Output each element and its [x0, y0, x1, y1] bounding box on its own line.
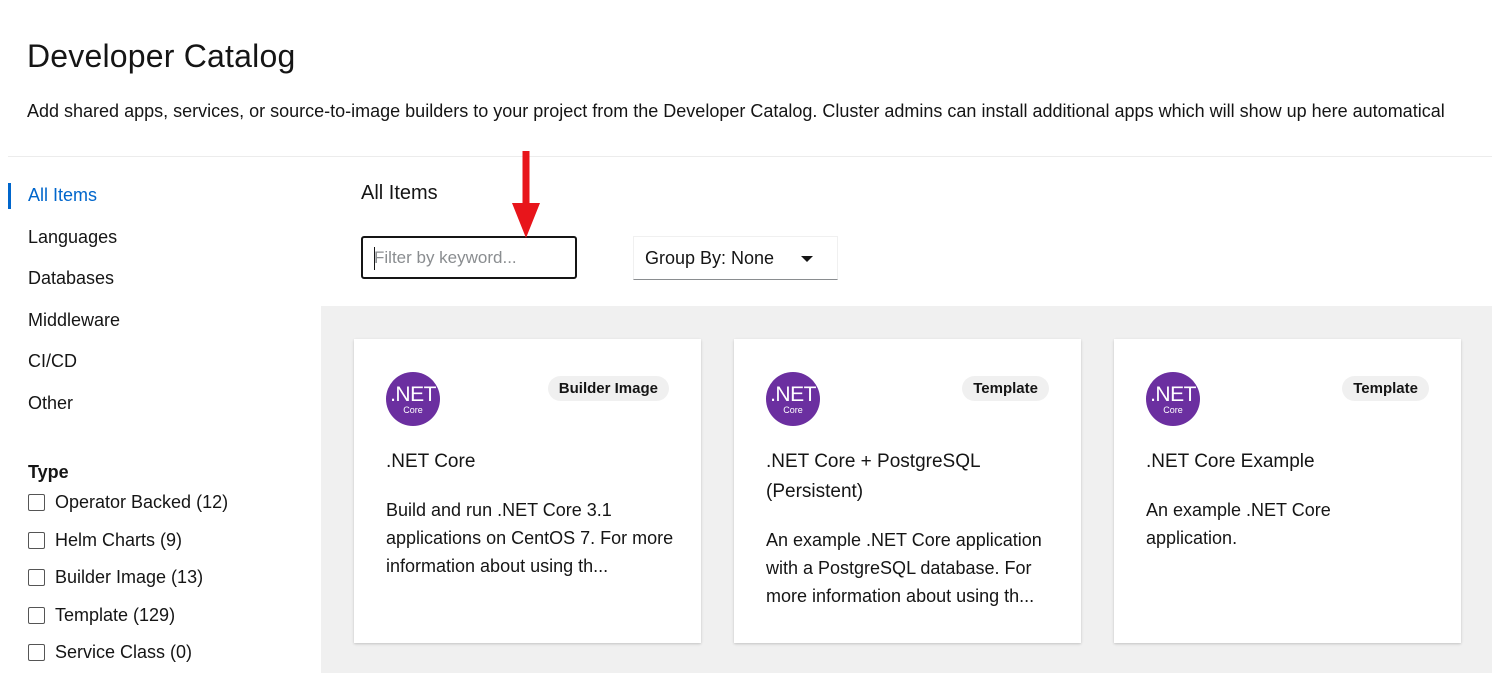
- catalog-tile-dotnet-core-example[interactable]: .NET Core Template .NET Core Example An …: [1114, 339, 1461, 643]
- category-sidebar: All Items Languages Databases Middleware…: [8, 175, 308, 424]
- sidebar-item-ci-cd[interactable]: CI/CD: [8, 341, 308, 383]
- sidebar-item-languages[interactable]: Languages: [8, 217, 308, 259]
- page-title: Developer Catalog: [27, 38, 296, 74]
- type-filter-service-class[interactable]: Service Class (0): [28, 634, 228, 672]
- helm-charts-checkbox[interactable]: [28, 531, 45, 549]
- card-description: An example .NET Core application.: [1146, 500, 1331, 548]
- type-filter-label: Helm Charts (9): [55, 529, 183, 550]
- dotnet-core-logo-icon: .NET Core: [386, 372, 440, 426]
- filter-keyword-input[interactable]: [363, 238, 575, 277]
- card-title: .NET Core + PostgreSQL (Persistent): [766, 451, 980, 502]
- type-filter-list: Operator Backed (12) Helm Charts (9) Bui…: [28, 484, 228, 672]
- type-filter-label: Builder Image (13): [55, 567, 204, 588]
- annotation-arrow-icon: [512, 151, 540, 238]
- sidebar-item-other[interactable]: Other: [8, 383, 308, 425]
- card-description: An example .NET Core application with a …: [766, 530, 1042, 606]
- page-description: Add shared apps, services, or source-to-…: [27, 101, 1445, 121]
- sidebar-item-middleware[interactable]: Middleware: [8, 300, 308, 342]
- filter-keyword-box[interactable]: [361, 236, 577, 279]
- group-by-dropdown[interactable]: Group By: None: [633, 236, 838, 280]
- type-filter-builder-image[interactable]: Builder Image (13): [28, 559, 228, 597]
- type-filter-label: Service Class (0): [55, 642, 193, 663]
- type-filter-heading: Type: [28, 462, 69, 482]
- header-divider: [8, 156, 1492, 157]
- sidebar-item-databases[interactable]: Databases: [8, 258, 308, 300]
- type-filter-template[interactable]: Template (129): [28, 597, 228, 635]
- type-badge: Template: [962, 376, 1049, 401]
- type-filter-helm-charts[interactable]: Helm Charts (9): [28, 522, 228, 560]
- caret-down-icon: [801, 256, 813, 262]
- sidebar-item-all-items[interactable]: All Items: [8, 175, 308, 217]
- catalog-tile-dotnet-core[interactable]: .NET Core Builder Image .NET Core Build …: [354, 339, 701, 643]
- card-title: .NET Core Example: [1146, 451, 1315, 472]
- dotnet-core-logo-icon: .NET Core: [766, 372, 820, 426]
- operator-backed-checkbox[interactable]: [28, 494, 45, 512]
- type-filter-operator-backed[interactable]: Operator Backed (12): [28, 484, 228, 522]
- type-filter-label: Operator Backed (12): [55, 492, 229, 513]
- template-checkbox[interactable]: [28, 606, 45, 624]
- group-by-label: Group By: None: [645, 247, 775, 268]
- service-class-checkbox[interactable]: [28, 644, 45, 662]
- builder-image-checkbox[interactable]: [28, 569, 45, 587]
- catalog-tile-dotnet-core-postgresql[interactable]: .NET Core Template .NET Core + PostgreSQ…: [734, 339, 1081, 643]
- type-filter-label: Template (129): [55, 604, 176, 625]
- dotnet-core-logo-icon: .NET Core: [1146, 372, 1200, 426]
- card-description: Build and run .NET Core 3.1 applications…: [386, 500, 674, 576]
- type-badge: Builder Image: [547, 376, 669, 401]
- card-title: .NET Core: [386, 451, 476, 472]
- text-caret: [374, 247, 375, 270]
- type-badge: Template: [1342, 376, 1429, 401]
- main-heading: All Items: [361, 182, 438, 204]
